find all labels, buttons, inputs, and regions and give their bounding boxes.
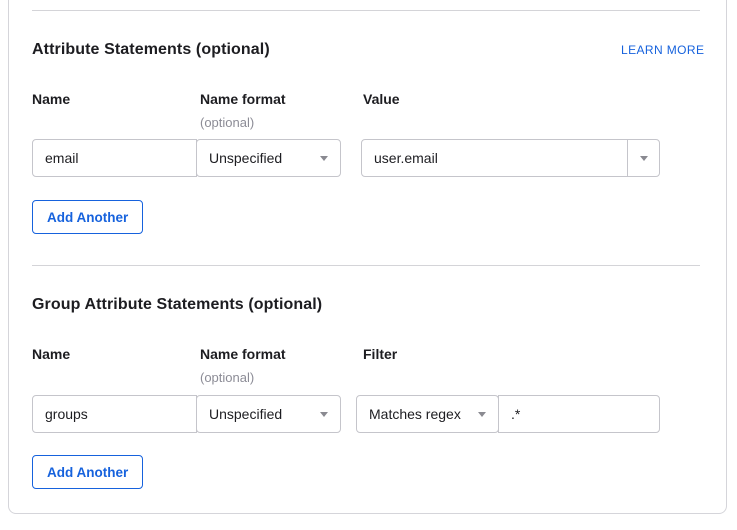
group-filter-value-input[interactable] xyxy=(498,395,660,433)
group-attribute-name-input[interactable] xyxy=(32,395,197,433)
column-header-name-format: Name format xyxy=(200,346,286,362)
attribute-name-input[interactable] xyxy=(32,139,197,177)
attribute-value-dropdown-toggle[interactable] xyxy=(627,139,660,177)
group-filter-type-select[interactable]: Matches regex xyxy=(356,395,499,433)
column-header-name: Name xyxy=(32,346,70,362)
group-attribute-name-format-value: Unspecified xyxy=(209,406,282,422)
chevron-down-icon xyxy=(478,412,486,417)
section-divider xyxy=(32,10,700,11)
learn-more-link[interactable]: LEARN MORE xyxy=(621,43,704,57)
column-header-value: Value xyxy=(363,91,400,107)
chevron-down-icon xyxy=(320,412,328,417)
section-divider xyxy=(32,265,700,266)
group-attribute-name-format-select[interactable]: Unspecified xyxy=(196,395,341,433)
column-header-name: Name xyxy=(32,91,70,107)
column-hint-optional: (optional) xyxy=(200,115,254,130)
group-filter-type-value: Matches regex xyxy=(369,406,461,422)
attribute-name-format-value: Unspecified xyxy=(209,150,282,166)
attribute-name-format-select[interactable]: Unspecified xyxy=(196,139,341,177)
section-title-attribute-statements: Attribute Statements (optional) xyxy=(32,41,270,59)
column-header-filter: Filter xyxy=(363,346,397,362)
attribute-value-input[interactable] xyxy=(361,139,628,177)
chevron-down-icon xyxy=(320,156,328,161)
add-another-attribute-button[interactable]: Add Another xyxy=(32,200,143,234)
saml-settings-card xyxy=(8,0,727,514)
column-header-name-format: Name format xyxy=(200,91,286,107)
chevron-down-icon xyxy=(640,156,648,161)
section-title-group-attribute-statements: Group Attribute Statements (optional) xyxy=(32,296,322,314)
column-hint-optional: (optional) xyxy=(200,370,254,385)
add-another-group-attribute-button[interactable]: Add Another xyxy=(32,455,143,489)
